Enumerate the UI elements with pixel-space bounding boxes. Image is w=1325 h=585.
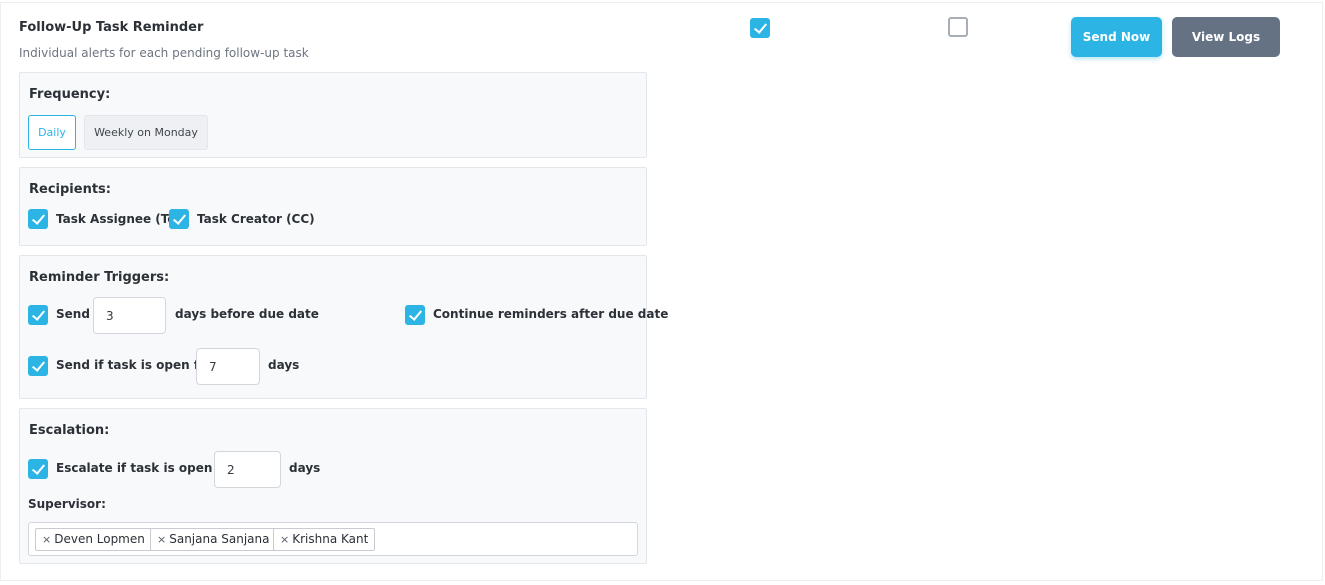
send-if-open-checkbox[interactable] bbox=[28, 356, 48, 376]
remove-tag-icon[interactable]: × bbox=[280, 533, 289, 546]
supervisor-tag-label: Deven Lopmen bbox=[54, 532, 145, 546]
frequency-weekly-button[interactable]: Weekly on Monday bbox=[84, 115, 208, 150]
remove-tag-icon[interactable]: × bbox=[157, 533, 166, 546]
supervisor-select[interactable]: × Deven Lopmen × Sanjana Sanjana × Krishna … bbox=[28, 522, 638, 556]
task-assignee-label: Task Assignee (To) bbox=[56, 212, 182, 226]
supervisor-label: Supervisor: bbox=[28, 497, 106, 511]
view-logs-button[interactable]: View Logs bbox=[1172, 17, 1280, 57]
supervisor-tag: × Deven Lopmen bbox=[35, 528, 152, 551]
supervisor-tag: × Sanjana Sanjana bbox=[150, 528, 277, 551]
escalation-days-input[interactable] bbox=[214, 451, 281, 488]
escalate-checkbox[interactable] bbox=[28, 459, 48, 479]
supervisor-tag: × Krishna Kant bbox=[273, 528, 376, 551]
days-open-input[interactable] bbox=[196, 348, 260, 385]
reminder-enabled-checkbox[interactable] bbox=[750, 18, 770, 38]
escalate-prefix: Escalate if task is open for bbox=[56, 461, 236, 475]
reminder-title: Follow-Up Task Reminder bbox=[19, 20, 204, 35]
task-creator-label: Task Creator (CC) bbox=[197, 212, 315, 226]
send-if-open-prefix: Send if task is open for bbox=[56, 358, 214, 372]
task-assignee-checkbox[interactable] bbox=[28, 209, 48, 229]
supervisor-tag-label: Krishna Kant bbox=[292, 532, 369, 546]
supervisor-tag-label: Sanjana Sanjana bbox=[169, 532, 270, 546]
frequency-label: Frequency: bbox=[29, 87, 111, 102]
continue-after-due-label: Continue reminders after due date bbox=[433, 307, 669, 321]
reminder-subtitle: Individual alerts for each pending follo… bbox=[19, 46, 309, 60]
reminder-option-checkbox[interactable] bbox=[948, 17, 968, 37]
send-before-due-suffix: days before due date bbox=[175, 307, 319, 321]
escalate-suffix: days bbox=[289, 461, 321, 475]
remove-tag-icon[interactable]: × bbox=[42, 533, 51, 546]
recipients-panel: Recipients: bbox=[19, 167, 647, 246]
send-if-open-suffix: days bbox=[268, 358, 300, 372]
continue-after-due-checkbox[interactable] bbox=[405, 305, 425, 325]
send-before-due-checkbox[interactable] bbox=[28, 305, 48, 325]
days-before-due-input[interactable] bbox=[93, 297, 166, 334]
send-now-button[interactable]: Send Now bbox=[1071, 17, 1162, 57]
task-creator-checkbox[interactable] bbox=[169, 209, 189, 229]
escalation-label: Escalation: bbox=[29, 423, 110, 438]
frequency-daily-button[interactable]: Daily bbox=[28, 115, 76, 150]
send-before-due-prefix: Send bbox=[56, 307, 90, 321]
reminder-triggers-label: Reminder Triggers: bbox=[29, 270, 170, 285]
recipients-label: Recipients: bbox=[29, 182, 111, 197]
